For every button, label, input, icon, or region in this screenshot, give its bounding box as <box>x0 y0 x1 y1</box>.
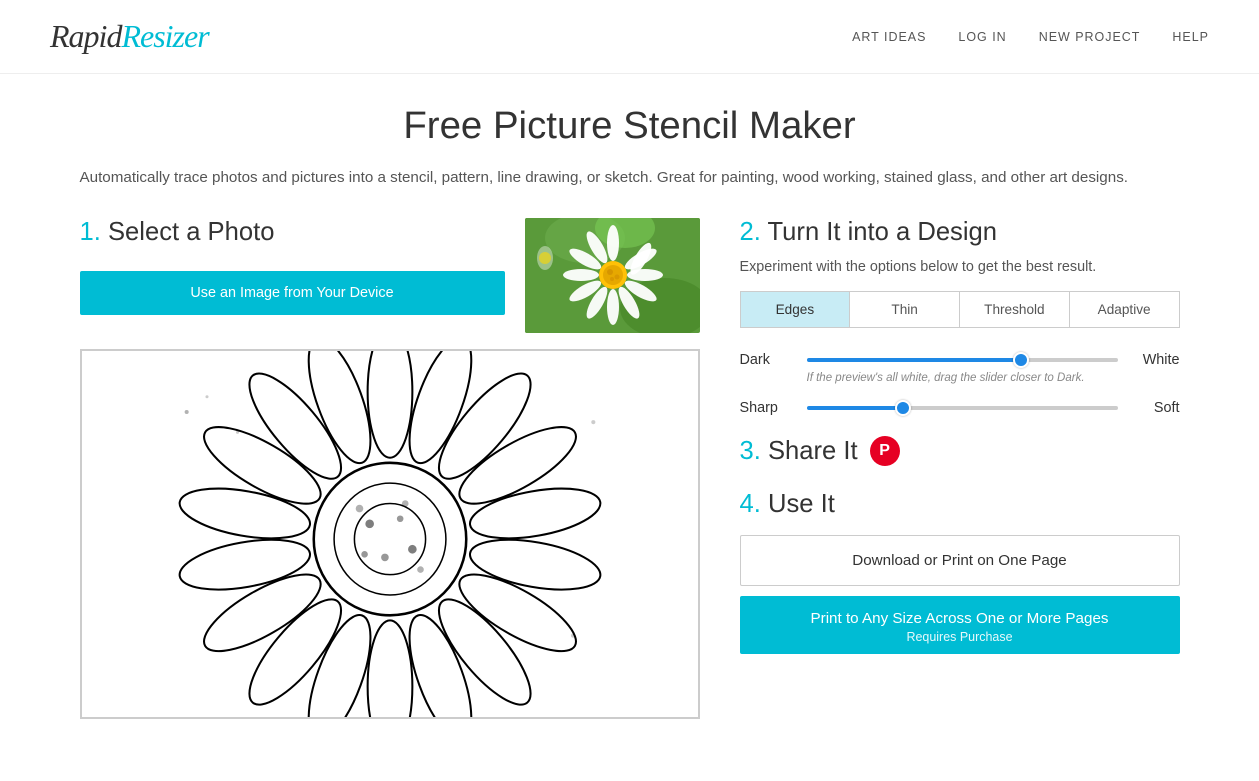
left-column: 1. Select a Photo Use an Image from Your… <box>80 218 700 719</box>
print-btn-main: Print to Any Size Across One or More Pag… <box>756 610 1164 627</box>
nav-links: ART IDEAS LOG IN NEW PROJECT HELP <box>852 30 1209 44</box>
photo-thumbnail <box>525 218 700 333</box>
section4-title: 4. Use It <box>740 490 1180 519</box>
white-label: White <box>1130 352 1180 368</box>
navbar: RapidResizer ART IDEAS LOG IN NEW PROJEC… <box>0 0 1259 74</box>
photo-svg <box>525 218 700 333</box>
two-column-layout: 1. Select a Photo Use an Image from Your… <box>80 218 1180 719</box>
nav-help[interactable]: HELP <box>1172 30 1209 44</box>
download-button[interactable]: Download or Print on One Page <box>740 535 1180 586</box>
nav-art-ideas[interactable]: ART IDEAS <box>852 30 926 44</box>
section2-text: Turn It into a Design <box>768 218 998 246</box>
stencil-preview <box>80 349 700 719</box>
use-section: 4. Use It Download or Print on One Page … <box>740 490 1180 654</box>
section4-text: Use It <box>768 490 835 518</box>
dark-label: Dark <box>740 352 795 368</box>
section1-text: Select a Photo <box>108 218 274 246</box>
section1-title: 1. Select a Photo <box>80 218 505 247</box>
tab-thin[interactable]: Thin <box>850 292 960 327</box>
logo[interactable]: RapidResizer <box>50 18 209 55</box>
logo-resizer: Resizer <box>121 18 208 54</box>
tab-edges[interactable]: Edges <box>741 292 851 327</box>
share-section: 3. Share It P <box>740 436 1180 466</box>
page-subtitle: Automatically trace photos and pictures … <box>80 166 1180 190</box>
soft-label: Soft <box>1130 400 1180 416</box>
section3-text: Share It <box>768 437 858 465</box>
print-btn-sub: Requires Purchase <box>756 630 1164 644</box>
dark-slider[interactable] <box>807 358 1118 362</box>
print-button[interactable]: Print to Any Size Across One or More Pag… <box>740 596 1180 654</box>
design-subtitle: Experiment with the options below to get… <box>740 259 1180 275</box>
nav-log-in[interactable]: LOG IN <box>958 30 1006 44</box>
page-title: Free Picture Stencil Maker <box>80 104 1180 148</box>
sharp-slider[interactable] <box>807 406 1118 410</box>
main-container: Free Picture Stencil Maker Automatically… <box>30 74 1230 749</box>
sharp-label: Sharp <box>740 400 795 416</box>
logo-rapid: Rapid <box>50 18 121 54</box>
tab-threshold[interactable]: Threshold <box>960 292 1070 327</box>
section3-title: 3. Share It <box>740 437 858 466</box>
stencil-svg <box>82 351 698 717</box>
dark-slider-row: Dark White <box>740 352 1180 368</box>
select-photo-section: 1. Select a Photo Use an Image from Your… <box>80 218 505 315</box>
pinterest-button[interactable]: P <box>870 436 900 466</box>
upload-button[interactable]: Use an Image from Your Device <box>80 271 505 315</box>
section1-number: 1. <box>80 218 108 246</box>
section2-title: 2. Turn It into a Design <box>740 218 1180 247</box>
design-tabs: Edges Thin Threshold Adaptive <box>740 291 1180 328</box>
sharp-slider-row: Sharp Soft <box>740 400 1180 416</box>
select-photo-top: 1. Select a Photo Use an Image from Your… <box>80 218 700 333</box>
section2-number: 2. <box>740 218 768 246</box>
tab-adaptive[interactable]: Adaptive <box>1070 292 1179 327</box>
slider-hint: If the preview's all white, drag the sli… <box>807 372 1180 384</box>
right-column: 2. Turn It into a Design Experiment with… <box>740 218 1180 654</box>
nav-new-project[interactable]: NEW PROJECT <box>1039 30 1141 44</box>
section3-number: 3. <box>740 437 768 465</box>
section4-number: 4. <box>740 490 768 518</box>
